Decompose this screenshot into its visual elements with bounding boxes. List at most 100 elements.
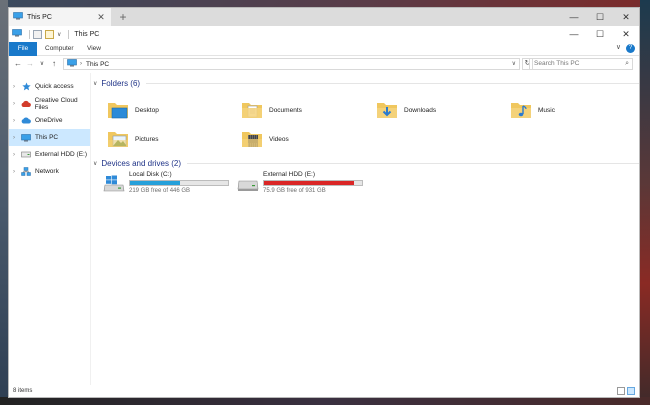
sidebar-item-label: Quick access	[35, 83, 74, 90]
toolbar-divider	[29, 29, 30, 39]
sidebar-item-network[interactable]: › Network	[9, 163, 90, 180]
expand-chevron-icon[interactable]: ›	[13, 118, 21, 124]
search-input[interactable]: Search This PC ⌕	[529, 58, 633, 70]
drive-label: External HDD (E:)	[263, 171, 316, 178]
up-button[interactable]: ↑	[49, 58, 59, 70]
drive-usage-bar	[129, 180, 229, 186]
expand-chevron-icon[interactable]: ›	[13, 84, 21, 90]
folder-desktop[interactable]: Desktop	[107, 96, 237, 124]
drive-info: External HDD (E:) 75.9 GB free of 931 GB	[263, 171, 363, 194]
windows-drive-icon	[103, 175, 125, 197]
folder-documents[interactable]: Documents	[241, 96, 371, 124]
drive-info: Local Disk (C:) 219 GB free of 446 GB	[129, 171, 229, 194]
folder-music[interactable]: Music	[510, 96, 639, 124]
folder-label: Pictures	[135, 135, 159, 143]
folder-label: Videos	[269, 135, 289, 143]
sidebar-item-label: OneDrive	[35, 117, 63, 124]
folder-label: Desktop	[135, 106, 159, 114]
drive-external-hdd-e[interactable]: External HDD (E:) 75.9 GB free of 931 GB	[237, 171, 372, 199]
tab-computer[interactable]: Computer	[39, 42, 80, 56]
sidebar-item-quick-access[interactable]: › Quick access	[9, 78, 90, 95]
network-icon	[21, 167, 31, 176]
navigation-bar: ← → ∨ ↑ › This PC ∨ ↻ Search This PC ⌕	[9, 57, 639, 71]
expand-ribbon-icon[interactable]: ∨	[616, 44, 621, 51]
drive-local-disk-c[interactable]: Local Disk (C:) 219 GB free of 446 GB	[103, 171, 238, 199]
maximize-button[interactable]: ☐	[587, 26, 613, 42]
new-tab-button[interactable]: +	[116, 9, 130, 25]
sidebar-item-creative-cloud[interactable]: › Creative Cloud Files	[9, 95, 90, 112]
collapse-chevron-icon[interactable]: ∨	[93, 160, 97, 167]
drive-label: Local Disk (C:)	[129, 171, 172, 178]
close-window-button[interactable]: ✕	[613, 26, 639, 42]
tab-file[interactable]: File	[9, 42, 37, 56]
item-count: 8 items	[13, 388, 33, 394]
sidebar-item-this-pc[interactable]: › This PC	[9, 129, 90, 146]
desktop-wallpaper-right	[640, 0, 650, 405]
title-bar: ∨ This PC — ☐ ✕	[9, 26, 639, 42]
expand-chevron-icon[interactable]: ›	[13, 135, 21, 141]
address-history-dropdown[interactable]: ∨	[512, 59, 516, 69]
breadcrumb-this-pc[interactable]: This PC	[86, 61, 109, 68]
folder-label: Documents	[269, 106, 302, 114]
drive-free-space: 75.9 GB free of 931 GB	[263, 188, 326, 194]
navigation-pane: › Quick access › Creative Cloud Files › …	[9, 73, 91, 385]
folder-downloads[interactable]: Downloads	[376, 96, 506, 124]
desktop-wallpaper-left	[0, 0, 8, 405]
breadcrumb-chevron-icon[interactable]: ›	[80, 61, 82, 67]
drive-usage-bar	[263, 180, 363, 186]
creative-cloud-icon	[21, 99, 31, 108]
tab-bar: This PC ✕ + — ☐ ✕	[9, 8, 639, 26]
expand-chevron-icon[interactable]: ›	[13, 169, 21, 175]
toolbar-divider	[68, 29, 70, 39]
drive-usage-fill	[264, 181, 354, 185]
file-explorer-window: This PC ✕ + — ☐ ✕ ∨ This PC — ☐ ✕ File C…	[8, 7, 640, 398]
customize-toolbar-dropdown[interactable]: ∨	[57, 31, 61, 38]
back-button[interactable]: ←	[13, 58, 23, 70]
expand-chevron-icon[interactable]: ›	[13, 152, 21, 158]
cloud-icon	[21, 116, 31, 125]
expand-chevron-icon[interactable]: ›	[13, 101, 21, 107]
ribbon-controls: ∨ ?	[616, 43, 635, 53]
sidebar-item-label: External HDD (E:)	[35, 151, 88, 158]
sidebar-item-external-hdd[interactable]: › External HDD (E:)	[9, 146, 90, 163]
minimize-button[interactable]: —	[561, 8, 587, 26]
desktop-folder-icon	[107, 99, 129, 121]
status-bar: 8 items	[9, 385, 639, 397]
folder-pictures[interactable]: Pictures	[107, 125, 237, 153]
recent-locations-dropdown[interactable]: ∨	[37, 58, 47, 70]
large-icons-view-icon[interactable]	[627, 387, 635, 395]
music-folder-icon	[510, 99, 532, 121]
details-view-icon[interactable]	[617, 387, 625, 395]
sidebar-item-label: Creative Cloud Files	[34, 96, 78, 111]
drives-group-header[interactable]: ∨ Devices and drives (2)	[93, 157, 639, 169]
close-window-button[interactable]: ✕	[613, 8, 639, 26]
external-drive-icon	[237, 175, 259, 197]
group-divider	[187, 162, 639, 164]
minimize-button[interactable]: —	[561, 26, 587, 42]
forward-button[interactable]: →	[25, 58, 35, 70]
tab-close-icon[interactable]: ✕	[95, 11, 107, 23]
downloads-folder-icon	[376, 99, 398, 121]
new-folder-icon[interactable]	[45, 29, 54, 39]
tab-this-pc[interactable]: This PC ✕	[9, 8, 111, 26]
maximize-button[interactable]: ☐	[587, 8, 613, 26]
folder-videos[interactable]: Videos	[241, 125, 371, 153]
drives-heading: Devices and drives (2)	[101, 158, 181, 168]
documents-folder-icon	[241, 99, 263, 121]
folders-group-header[interactable]: ∨ Folders (6)	[93, 77, 639, 89]
address-bar[interactable]: › This PC ∨	[63, 58, 520, 70]
computer-icon	[21, 133, 31, 142]
computer-icon	[67, 59, 77, 69]
collapse-chevron-icon[interactable]: ∨	[93, 80, 97, 87]
desktop-wallpaper-bottom	[0, 397, 650, 405]
videos-folder-icon	[241, 128, 263, 150]
sidebar-item-onedrive[interactable]: › OneDrive	[9, 112, 90, 129]
window-title: This PC	[74, 30, 100, 38]
search-placeholder: Search This PC	[534, 60, 580, 67]
tab-title: This PC	[27, 13, 52, 21]
tab-view[interactable]: View	[81, 42, 107, 56]
star-icon	[21, 82, 31, 91]
help-icon[interactable]: ?	[626, 44, 635, 53]
computer-icon	[13, 12, 23, 22]
properties-icon[interactable]	[33, 29, 42, 39]
